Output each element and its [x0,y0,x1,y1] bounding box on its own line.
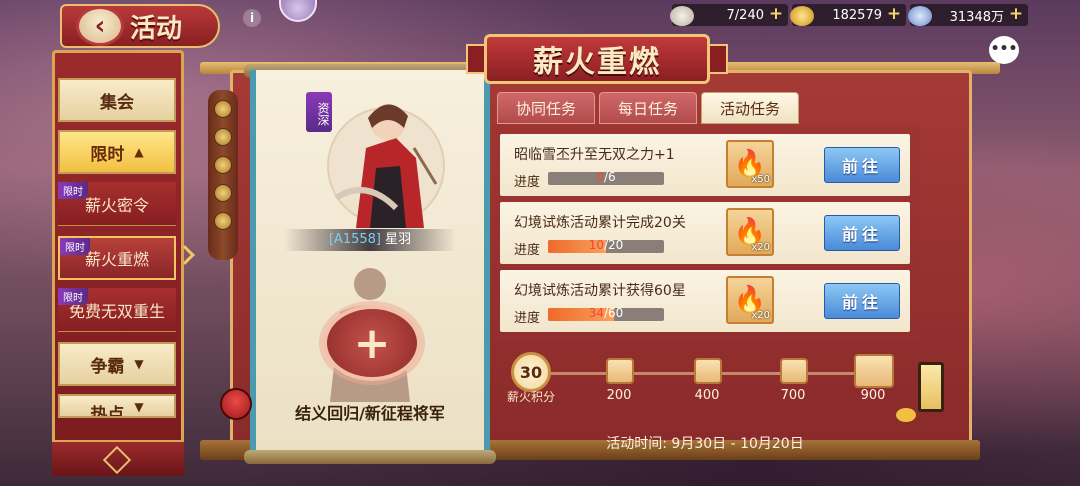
limited-tag: 限时 [58,288,88,305]
reward-chest-icon[interactable] [606,358,634,384]
progress-text: 0/6 [596,172,616,184]
score-label: 薪火积分 [506,390,555,404]
task-row: 昭临雪丕升至无双之力+1 进度 0/6 🔥 x50 前往 [500,134,910,196]
hero-name-label: [A1558] 星羽 [284,229,456,251]
menu-bottom-ornament [52,440,184,476]
task-row: 幻境试炼活动累计获得60星 进度 34/60 🔥 x20 前往 [500,270,910,332]
chevron-up-icon: ▲ [134,145,144,159]
go-button[interactable]: 前往 [824,215,900,251]
event-banner: 薪火重燃 [484,34,710,84]
tab-event-tasks[interactable]: 活动任务 [701,92,799,124]
go-button[interactable]: 前往 [824,283,900,319]
menu-label: 集会 [100,92,134,113]
task-title: 昭临雪丕升至无双之力+1 [514,147,675,163]
menu-label: 薪火密令 [84,195,149,215]
menu-category-limited[interactable]: 限时 ▲ [58,130,176,174]
score-medal: 30 [511,352,551,392]
chat-icon[interactable]: ••• [989,36,1019,64]
reward-qty: x20 [751,310,770,321]
progress-bar: 34/60 [548,308,664,321]
reward-chest-icon[interactable] [780,358,808,384]
resource-coin-value: 31348万 [949,9,1004,25]
mascot-icon[interactable] [220,388,252,420]
menu-label: 限时 [90,144,125,165]
chevron-down-icon: ▼ [134,400,144,414]
recruit-label: 结义回归/新征程将军 [295,404,445,423]
menu-item-xinhuo-chongran[interactable]: 限时 薪火重燃 [58,236,176,280]
reward-fire-item[interactable]: 🔥 x50 [726,140,774,188]
resource-jade-value: 7/240 [726,7,764,23]
activity-time: 活动时间: 9月30日 - 10月20日 [606,436,804,452]
resource-jade: 7/240 + [670,4,788,26]
chevron-down-icon: ▼ [134,357,144,371]
coin-icon [908,6,932,26]
hero-code: [A1558] [328,232,381,247]
milestone-label: 700 [780,388,806,403]
plus-icon: + [353,317,391,369]
decorative-coin-pillar [208,90,238,260]
recruit-add-button[interactable]: + [323,305,421,381]
gold-ingot-icon [790,6,814,26]
add-jade-button[interactable]: + [768,6,784,23]
menu-item-free-rebirth[interactable]: 限时 免费无双重生 [58,288,176,332]
lantern-icon [918,362,944,412]
back-arrow-icon: ‹ [94,11,106,41]
info-icon[interactable]: i [243,9,261,27]
limited-tag: 限时 [60,238,90,255]
menu-label: 热点 [90,405,125,418]
progress-text: 10/20 [588,240,624,252]
resource-coin: 31348万 + [908,4,1028,26]
reward-qty: x50 [751,174,770,185]
progress-label: 进度 [514,175,541,190]
progress-bar: 0/6 [548,172,664,185]
milestone-label: 400 [694,388,720,403]
hero-name: 星羽 [385,232,412,247]
add-gold-button[interactable]: + [886,6,902,23]
go-button[interactable]: 前往 [824,147,900,183]
milestone-label: 900 [860,388,886,403]
reward-fire-item[interactable]: 🔥 x20 [726,208,774,256]
tab-cooperative-tasks[interactable]: 协同任务 [497,92,595,124]
reward-fire-item[interactable]: 🔥 x20 [726,276,774,324]
menu-category-contest[interactable]: 争霸 ▼ [58,342,176,386]
menu-category-gathering[interactable]: 集会 [58,78,176,122]
coin-pile-icon [896,408,916,422]
menu-label: 薪火重燃 [84,250,149,269]
progress-label: 进度 [514,311,541,326]
add-coin-button[interactable]: + [1008,6,1024,23]
resource-gold-value: 182579 [832,7,882,23]
task-title: 幻境试炼活动累计获得60星 [514,283,686,299]
reward-chest-icon[interactable] [694,358,722,384]
tab-daily-tasks[interactable]: 每日任务 [599,92,697,124]
reward-big-chest-icon[interactable] [854,354,894,388]
hero-rank-tag: 资深 [306,92,332,132]
back-button[interactable]: ‹ [76,6,124,46]
jade-icon [670,6,694,26]
reward-qty: x20 [751,242,770,253]
resource-gold: 182579 + [790,4,906,26]
menu-item-xinhuo-miling[interactable]: 限时 薪火密令 [58,182,176,226]
page-title: 活动 [130,14,183,44]
task-row: 幻境试炼活动累计完成20关 进度 10/20 🔥 x20 前往 [500,202,910,264]
task-title: 幻境试炼活动累计完成20关 [514,215,686,231]
menu-category-hotspot[interactable]: 热点 ▼ [58,394,176,418]
limited-tag: 限时 [58,182,88,199]
progress-label: 进度 [514,243,541,258]
menu-label: 争霸 [90,356,125,377]
scroll-rod-bottom [244,450,496,464]
progress-bar: 10/20 [548,240,664,253]
milestone-label: 200 [606,388,632,403]
progress-text: 34/60 [588,308,624,320]
